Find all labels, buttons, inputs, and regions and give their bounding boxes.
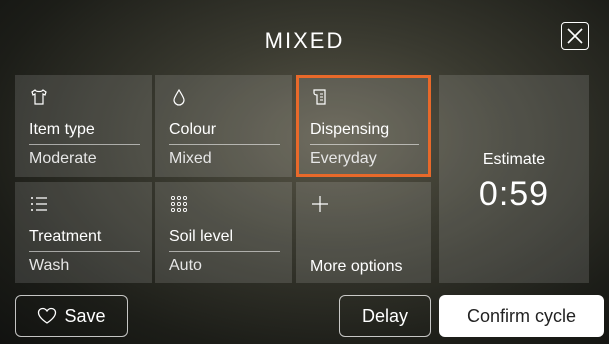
tile-treatment[interactable]: Treatment Wash [15,182,152,283]
confirm-cycle-label: Confirm cycle [466,305,577,326]
estimate-panel: Estimate 0:59 [439,75,589,283]
tile-soil-level[interactable]: Soil level Auto [155,182,292,283]
treatment-value: Wash [29,257,70,274]
divider [29,251,140,252]
soil-level-value: Auto [169,257,202,274]
estimate-time: 0:59 [478,175,550,213]
plus-icon [312,196,328,212]
save-label: Save [64,305,106,326]
cycle-title: MIXED [264,28,345,53]
estimate-label: Estimate [482,151,546,168]
washer-cycle-screen: MIXED Item type Moderate Colour Mixed Di… [0,0,609,344]
item-type-label: Item type [29,121,95,138]
confirm-cycle-button[interactable]: Confirm cycle [439,295,604,337]
treatment-label: Treatment [29,228,102,245]
divider [29,144,140,145]
colour-value: Mixed [169,150,212,167]
dots-grid-icon [170,195,188,213]
close-button[interactable] [561,22,589,50]
heart-icon [38,307,57,324]
dispensing-label: Dispensing [310,121,390,138]
divider [310,144,419,145]
delay-label: Delay [361,305,409,326]
droplet-icon [173,88,185,106]
divider [169,251,280,252]
shirt-icon [31,89,47,105]
divider [169,144,280,145]
dispensing-value: Everyday [310,150,377,167]
tile-dispensing[interactable]: Dispensing Everyday [296,75,431,177]
item-type-value: Moderate [29,150,97,167]
detergent-icon [313,89,326,105]
tile-more-options[interactable]: More options [296,182,431,283]
tile-item-type[interactable]: Item type Moderate [15,75,152,177]
save-button[interactable]: Save [15,295,128,337]
colour-label: Colour [169,121,217,138]
close-icon [567,28,583,44]
soil-level-label: Soil level [169,228,234,245]
more-options-label: More options [310,258,403,275]
list-icon [31,197,47,211]
tile-colour[interactable]: Colour Mixed [155,75,292,177]
delay-button[interactable]: Delay [339,295,431,337]
